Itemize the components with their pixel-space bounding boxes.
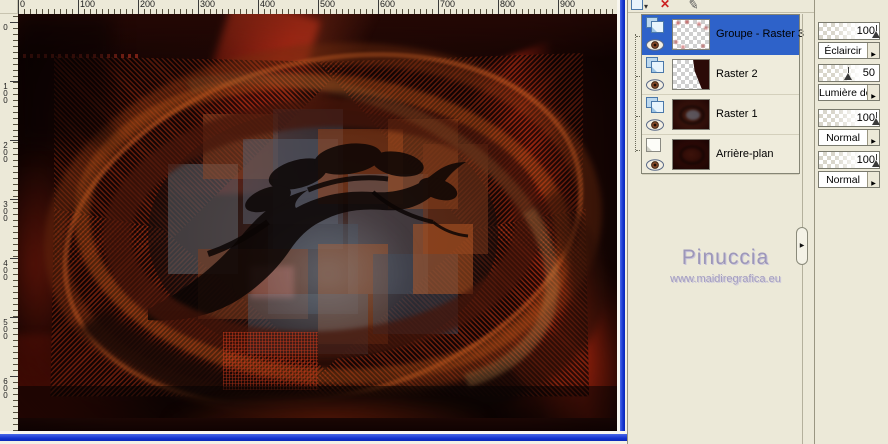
ruler-corner	[0, 0, 18, 14]
canvas-art-vignette	[18, 14, 617, 431]
new-layer-icon[interactable]: ▾	[630, 0, 648, 12]
blend-group-4: 100 Normal ▶	[818, 151, 887, 188]
blend-mode-value: Éclaircir	[824, 45, 862, 57]
ruler-label: 800	[500, 0, 516, 9]
palette-expand-button[interactable]: ▶	[796, 227, 808, 265]
dropdown-arrow-button[interactable]: ▶	[867, 172, 879, 187]
visibility-eye-icon[interactable]	[646, 118, 664, 131]
ruler-label: 600	[380, 0, 396, 9]
blend-mode-value: Normal	[826, 132, 860, 144]
opacity-slider-handle[interactable]	[872, 25, 881, 38]
blend-mode-panel: 100 Éclaircir ▶ 50 Lumière douce ▶	[814, 0, 888, 444]
watermark-title: Pinuccia	[681, 246, 770, 269]
arrow-right-icon: ▶	[871, 52, 876, 58]
paintshop-pro-workspace: 0 100 200 300 400 500 600 700 800 900 0 1 0 0 2 0 0…	[0, 0, 888, 444]
layers-palette: ▾ ✕ ✎ Groupe - Raster 3 Raster 2 Raster …	[627, 0, 888, 444]
ruler-label: 1 0 0	[3, 82, 8, 105]
dropdown-arrow-button[interactable]: ▶	[867, 43, 879, 58]
ruler-label: 3 0 0	[3, 200, 8, 223]
blend-mode-dropdown[interactable]: Lumière douce ▶	[818, 84, 880, 101]
blend-mode-value: Lumière douce	[819, 87, 867, 99]
watermark-url: www.maidiregrafica.eu	[670, 273, 781, 285]
layer-name: Groupe - Raster 3	[716, 28, 805, 40]
blend-mode-value: Normal	[826, 174, 860, 186]
layer-name: Raster 2	[716, 68, 758, 80]
blend-mode-dropdown[interactable]: Éclaircir ▶	[818, 42, 880, 59]
ruler-label: 2 0 0	[3, 141, 8, 164]
ruler-label: 500	[320, 0, 336, 9]
arrow-right-icon: ▶	[871, 139, 876, 145]
raster-layer-icon	[646, 97, 667, 115]
ruler-label: 700	[440, 0, 456, 9]
blend-mode-dropdown[interactable]: Normal ▶	[818, 129, 880, 146]
visibility-eye-icon[interactable]	[646, 38, 664, 51]
opacity-value: 50	[862, 67, 875, 79]
ruler-label: 6 0 0	[3, 377, 8, 400]
layer-row-arriere-plan[interactable]: Arrière-plan	[642, 135, 799, 175]
watermark: Pinuccia www.maidiregrafica.eu	[638, 246, 813, 285]
layer-row-groupe-raster-3[interactable]: Groupe - Raster 3	[642, 15, 804, 55]
opacity-slider[interactable]: 50	[818, 64, 880, 82]
ruler-label: 300	[200, 0, 216, 9]
dropdown-arrow-button[interactable]: ▶	[867, 85, 879, 100]
blend-mode-dropdown[interactable]: Normal ▶	[818, 171, 880, 188]
blend-group-3: 100 Normal ▶	[818, 109, 887, 146]
vertical-ruler: 0 1 0 0 2 0 0 3 0 0 4 0 0 5 0 0 6 0 0	[0, 14, 18, 431]
opacity-slider[interactable]: 100	[818, 151, 880, 169]
raster-layer-icon	[646, 57, 667, 75]
dropdown-arrow-button[interactable]: ▶	[867, 130, 879, 145]
opacity-slider[interactable]: 100	[818, 22, 880, 40]
opacity-slider[interactable]: 100	[818, 109, 880, 127]
opacity-slider-handle[interactable]	[844, 67, 853, 80]
ruler-label: 900	[560, 0, 576, 9]
ruler-label: 0	[20, 0, 26, 9]
opacity-slider-handle[interactable]	[872, 112, 881, 125]
chevron-right-icon: ▶	[799, 243, 805, 249]
layer-thumbnail[interactable]	[672, 99, 710, 130]
ruler-label: 0	[3, 23, 8, 32]
raster-layer-icon	[646, 17, 667, 35]
layer-row-raster-1[interactable]: Raster 1	[642, 95, 799, 135]
layer-thumbnail[interactable]	[672, 59, 710, 90]
ruler-label: 400	[260, 0, 276, 9]
blend-group-2: 50 Lumière douce ▶	[818, 64, 887, 101]
image-canvas[interactable]	[18, 14, 617, 431]
visibility-eye-icon[interactable]	[646, 78, 664, 91]
layer-name: Raster 1	[716, 108, 758, 120]
edit-brush-icon[interactable]: ✎	[686, 0, 703, 12]
visibility-eye-icon[interactable]	[646, 158, 664, 171]
ruler-label: 200	[140, 0, 156, 9]
opacity-slider-handle[interactable]	[872, 154, 881, 167]
ruler-label: 5 0 0	[3, 318, 8, 341]
layers-list: Groupe - Raster 3 Raster 2 Raster 1 Arri…	[641, 14, 804, 175]
arrow-right-icon: ▶	[871, 94, 876, 100]
layer-thumbnail[interactable]	[672, 19, 710, 50]
horizontal-ruler: 0 100 200 300 400 500 600 700 800 900	[18, 0, 617, 14]
arrow-right-icon: ▶	[871, 181, 876, 187]
blend-group-1: 100 Éclaircir ▶	[818, 22, 887, 59]
layer-row-raster-2[interactable]: Raster 2	[642, 55, 799, 95]
delete-layer-icon[interactable]: ✕	[658, 0, 675, 12]
window-frame-blue-bottom	[0, 434, 627, 441]
layer-name: Arrière-plan	[716, 148, 774, 160]
ruler-label: 100	[80, 0, 96, 9]
layer-thumbnail[interactable]	[672, 139, 710, 170]
background-layer-icon	[646, 138, 661, 152]
ruler-label: 4 0 0	[3, 259, 8, 282]
